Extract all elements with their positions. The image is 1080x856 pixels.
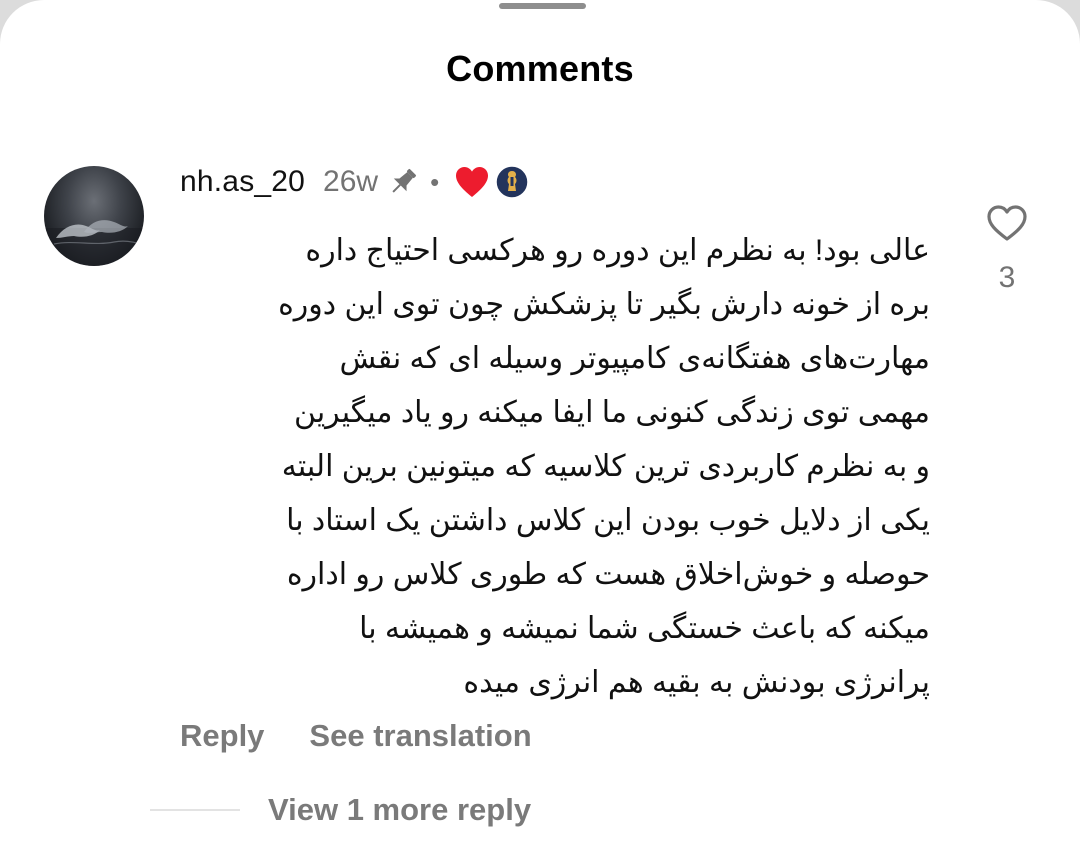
- like-count[interactable]: 3: [987, 261, 1027, 295]
- comment-line: بره از خونه دارش بگیر تا پزشکش چون توی ا…: [278, 288, 930, 321]
- replies-divider: [150, 809, 240, 811]
- page-title: Comments: [446, 48, 634, 89]
- drag-handle[interactable]: [499, 3, 586, 9]
- comment-line: مهارت‌های هفتگانه‌ی کامپیوتر وسیله ای که…: [339, 342, 930, 375]
- pin-icon: [386, 165, 420, 199]
- username[interactable]: nh.as_20: [180, 165, 305, 199]
- comment-line: پرانرژی بودنش به بقیه هم انرژی میده: [463, 666, 930, 699]
- comment-line: مهمی توی زندگی کنونی ما ایفا میکنه رو یا…: [294, 396, 930, 429]
- comment-line: یکی از دلایل خوب بودن این کلاس داشتن یک …: [286, 504, 930, 537]
- avatar-dolphins-image: [44, 220, 144, 266]
- comment-line: و به نظرم کاربردی ترین کلاسیه که میتونین…: [281, 450, 930, 483]
- avatar[interactable]: [44, 166, 144, 266]
- creator-avatar-badge-icon: [495, 165, 529, 199]
- liked-by-creator-heart-icon: [453, 164, 491, 200]
- comment-line: حوصله و خوش‌اخلاق هست که طوری کلاس رو اد…: [286, 558, 930, 591]
- separator-dot: •: [430, 167, 440, 197]
- comment-line: میکنه که باعث خستگی شما نمیشه و همیشه با: [359, 612, 930, 645]
- see-translation-button[interactable]: See translation: [309, 718, 531, 754]
- view-more-replies-button[interactable]: View 1 more reply: [268, 792, 531, 828]
- heart-outline-icon[interactable]: [985, 203, 1029, 243]
- comment-time: 26w: [323, 165, 379, 198]
- reply-button[interactable]: Reply: [180, 718, 264, 754]
- comments-sheet: Comments nh.as_20 26w • عالی بود! به نظر…: [0, 0, 1080, 856]
- comment-body: عالی بود! به نظرم این دوره رو هرکسی احتی…: [170, 224, 930, 710]
- comment-actions: Reply See translation: [180, 714, 532, 758]
- comment-line: عالی بود! به نظرم این دوره رو هرکسی احتی…: [305, 234, 930, 267]
- comment-meta: nh.as_20 26w •: [180, 160, 529, 204]
